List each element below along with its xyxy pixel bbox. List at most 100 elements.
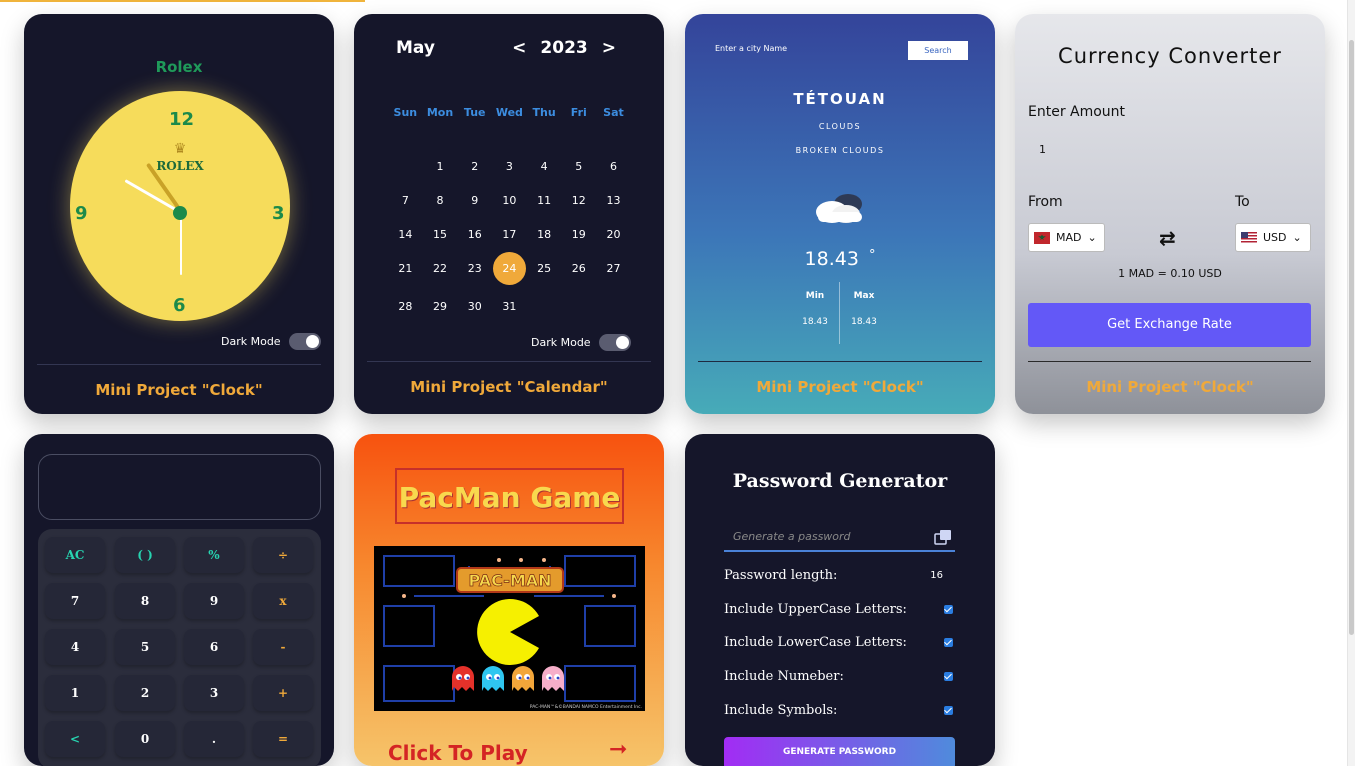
calendar-day[interactable]: 22 bbox=[423, 256, 458, 281]
max-value: 18.43 bbox=[851, 317, 877, 327]
calendar-day[interactable]: 3 bbox=[492, 154, 527, 179]
search-button[interactable]: Search bbox=[908, 41, 968, 60]
password-length-label: Password length: bbox=[724, 568, 838, 583]
symbol-option-row: Include Symbols: bbox=[724, 703, 955, 718]
dark-mode-toggle[interactable]: Dark Mode bbox=[531, 334, 631, 351]
card-footer-title: Mini Project "Clock" bbox=[756, 378, 924, 396]
calc-key[interactable]: AC bbox=[45, 537, 105, 573]
pacman-title: PacMan Game bbox=[395, 468, 624, 524]
weekday-header: Tue bbox=[463, 106, 486, 119]
calendar-day[interactable]: 2 bbox=[457, 154, 492, 179]
calendar-day[interactable]: 21 bbox=[388, 256, 423, 281]
arrow-right-icon[interactable]: ➞ bbox=[609, 737, 627, 762]
click-to-play-link[interactable]: Click To Play bbox=[388, 741, 528, 765]
pacman-image[interactable]: PAC-MAN PAC-MAN™&©BANDAI NAMCO Entertain… bbox=[374, 546, 645, 711]
next-year-button[interactable]: > bbox=[602, 38, 616, 58]
city-name: TÉTOUAN bbox=[793, 90, 887, 108]
calendar-day[interactable]: 6 bbox=[596, 154, 631, 179]
calc-key[interactable]: ÷ bbox=[253, 537, 313, 573]
calendar-day[interactable]: 13 bbox=[596, 188, 631, 213]
to-currency-select[interactable]: USD ⌄ bbox=[1235, 223, 1311, 252]
city-search-input[interactable]: Enter a city Name bbox=[715, 44, 787, 53]
calendar-day[interactable]: 11 bbox=[527, 188, 562, 213]
amount-input[interactable]: 1 bbox=[1039, 143, 1046, 156]
calendar-day[interactable]: 23 bbox=[457, 256, 492, 281]
calc-key[interactable]: . bbox=[184, 721, 244, 757]
calc-key[interactable]: < bbox=[45, 721, 105, 757]
calc-key[interactable]: 2 bbox=[115, 675, 175, 711]
get-exchange-rate-button[interactable]: Get Exchange Rate bbox=[1028, 303, 1311, 347]
calendar-day[interactable]: 28 bbox=[388, 294, 423, 319]
from-currency-value: MAD bbox=[1056, 231, 1082, 244]
clock-number-12: 12 bbox=[169, 109, 195, 130]
pacman-copyright: PAC-MAN™&©BANDAI NAMCO Entertainment Inc… bbox=[530, 703, 642, 710]
calendar-day[interactable]: 17 bbox=[492, 222, 527, 247]
calendar-day[interactable]: 27 bbox=[596, 256, 631, 281]
calendar-day[interactable]: 8 bbox=[423, 188, 458, 213]
copy-icon[interactable] bbox=[934, 529, 952, 545]
morocco-flag-icon bbox=[1034, 231, 1050, 244]
dark-mode-toggle[interactable]: Dark Mode bbox=[221, 333, 321, 350]
calendar-day[interactable]: 4 bbox=[527, 154, 562, 179]
lowercase-label: Include LowerCase Letters: bbox=[724, 635, 907, 650]
calendar-day[interactable]: 18 bbox=[527, 222, 562, 247]
calc-key[interactable]: 5 bbox=[115, 629, 175, 665]
calendar-day[interactable]: 25 bbox=[527, 256, 562, 281]
calc-key[interactable]: ( ) bbox=[115, 537, 175, 573]
calendar-day[interactable]: 7 bbox=[388, 188, 423, 213]
degree-symbol: ° bbox=[868, 248, 876, 263]
calendar-day[interactable]: 15 bbox=[423, 222, 458, 247]
calc-key[interactable]: x bbox=[253, 583, 313, 619]
password-length-input[interactable]: 16 bbox=[930, 570, 943, 581]
prev-year-button[interactable]: < bbox=[512, 38, 526, 58]
generate-password-button[interactable]: GENERATE PASSWORD bbox=[724, 737, 955, 766]
calendar-day[interactable]: 26 bbox=[561, 256, 596, 281]
weekday-header: Sat bbox=[603, 106, 624, 119]
calendar-empty-cell bbox=[388, 154, 423, 179]
exchange-rate-text: 1 MAD = 0.10 USD bbox=[1118, 267, 1222, 280]
calendar-day[interactable]: 20 bbox=[596, 222, 631, 247]
uppercase-checkbox[interactable] bbox=[944, 605, 953, 614]
calendar-day[interactable]: 30 bbox=[457, 294, 492, 319]
page-scrollbar[interactable] bbox=[1347, 0, 1355, 766]
calendar-year: 2023 bbox=[540, 38, 588, 58]
number-checkbox[interactable] bbox=[944, 672, 953, 681]
calendar-day[interactable]: 16 bbox=[457, 222, 492, 247]
calc-key[interactable]: 1 bbox=[45, 675, 105, 711]
scrollbar-thumb[interactable] bbox=[1349, 40, 1354, 635]
calendar-day[interactable]: 29 bbox=[423, 294, 458, 319]
calendar-day-today[interactable]: 24 bbox=[492, 252, 526, 285]
pacman-card[interactable]: PacMan Game PAC-MAN PAC-MAN™&©BANDAI NAM… bbox=[354, 434, 664, 766]
toggle-switch[interactable] bbox=[598, 334, 631, 351]
calc-key[interactable]: 7 bbox=[45, 583, 105, 619]
calc-key[interactable]: 6 bbox=[184, 629, 244, 665]
swap-icon[interactable]: ⇄ bbox=[1159, 226, 1176, 250]
calendar-day[interactable]: 12 bbox=[561, 188, 596, 213]
calendar-day[interactable]: 1 bbox=[423, 154, 458, 179]
calendar-day[interactable]: 5 bbox=[561, 154, 596, 179]
calc-key[interactable]: = bbox=[253, 721, 313, 757]
calc-key[interactable]: 3 bbox=[184, 675, 244, 711]
calendar-day[interactable]: 19 bbox=[561, 222, 596, 247]
calc-key[interactable]: + bbox=[253, 675, 313, 711]
calc-key[interactable]: 9 bbox=[184, 583, 244, 619]
calc-key[interactable]: 8 bbox=[115, 583, 175, 619]
calendar-day[interactable]: 31 bbox=[492, 294, 527, 319]
calc-key[interactable]: - bbox=[253, 629, 313, 665]
calendar-day[interactable]: 14 bbox=[388, 222, 423, 247]
weekday-header: Fri bbox=[570, 106, 587, 119]
calc-key[interactable]: 0 bbox=[115, 721, 175, 757]
calc-key[interactable]: % bbox=[184, 537, 244, 573]
divider bbox=[367, 361, 651, 362]
password-output-field[interactable]: Generate a password bbox=[724, 522, 955, 552]
symbol-checkbox[interactable] bbox=[944, 706, 953, 715]
amount-label: Enter Amount bbox=[1028, 104, 1126, 120]
loading-bar bbox=[0, 0, 365, 2]
lowercase-checkbox[interactable] bbox=[944, 638, 953, 647]
calendar-day[interactable]: 9 bbox=[457, 188, 492, 213]
toggle-switch[interactable] bbox=[288, 333, 321, 350]
clock-center bbox=[173, 206, 187, 220]
calendar-day[interactable]: 10 bbox=[492, 188, 527, 213]
from-currency-select[interactable]: MAD ⌄ bbox=[1028, 223, 1105, 252]
calc-key[interactable]: 4 bbox=[45, 629, 105, 665]
